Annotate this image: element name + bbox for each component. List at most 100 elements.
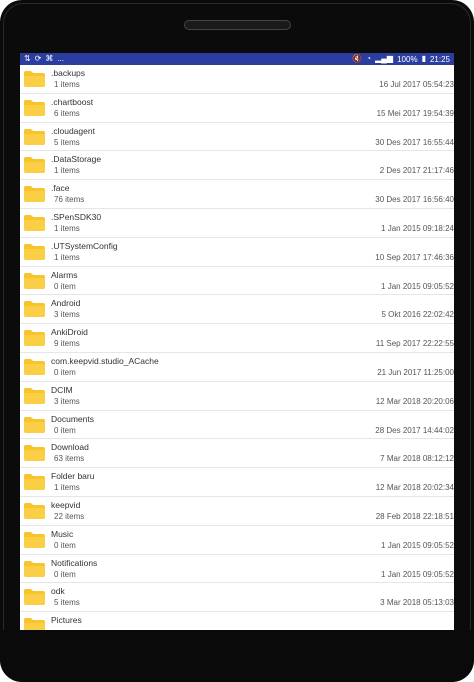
file-modified-date: 21 Jun 2017 11:25:00 — [377, 367, 454, 377]
folder-front — [24, 248, 45, 260]
file-item-count: 1 items — [54, 483, 80, 493]
file-row[interactable]: .DataStorage 1 items 2 Des 2017 21:17:46 — [20, 151, 454, 181]
file-row[interactable]: .SPenSDK30 1 items 1 Jan 2015 09:18:24 — [20, 209, 454, 238]
file-modified-date: 2 Des 2017 21:17:46 — [379, 166, 454, 176]
network-icon: ⇅ — [24, 54, 31, 63]
folder-front — [24, 191, 45, 203]
file-modified-date: 28 Des 2017 14:44:02 — [375, 425, 454, 435]
folder-svg — [24, 416, 45, 433]
file-name: .chartboost — [51, 96, 94, 107]
file-modified-date: 1 Jan 2015 09:05:52 — [381, 540, 454, 550]
folder-svg — [24, 99, 45, 116]
file-name: Notifications — [51, 557, 98, 568]
folder-icon — [23, 99, 46, 117]
folder-svg — [24, 301, 45, 318]
file-name: com.keepvid.studio_ACache — [51, 355, 159, 366]
file-name: .DataStorage — [51, 154, 102, 165]
folder-front — [24, 594, 45, 606]
folder-icon — [23, 185, 46, 203]
folder-front — [24, 306, 45, 318]
folder-front — [24, 450, 45, 462]
file-row[interactable]: .face 76 items 30 Des 2017 16:56:40 — [20, 180, 454, 209]
file-row[interactable]: .cloudagent 5 items 30 Des 2017 16:55:44 — [20, 123, 454, 152]
folder-icon — [23, 300, 46, 318]
file-row[interactable]: DCIM 3 items 12 Mar 2018 20:20:06 — [20, 382, 454, 411]
folder-icon — [23, 272, 46, 290]
file-name: Folder baru — [51, 471, 95, 482]
file-name: .cloudagent — [51, 125, 95, 136]
more-notifications-text: ... — [57, 54, 65, 63]
status-bar: ⇅ ⟳ ⌘ ... 🔇 ◔ ▂▄▆ 100% ▮ 21:25 — [20, 53, 454, 65]
file-name: Android — [51, 298, 81, 309]
folder-svg — [24, 186, 45, 203]
file-row[interactable]: Pictures — [20, 612, 454, 630]
folder-front — [24, 133, 45, 145]
battery-icon: ▮ — [421, 54, 426, 63]
folder-svg — [24, 560, 45, 577]
file-row[interactable]: AnkiDroid 9 items 11 Sep 2017 22:22:55 — [20, 324, 454, 353]
speaker-grille — [184, 20, 291, 30]
signal-icon: ▂▄▆ — [375, 54, 394, 63]
file-name: .UTSystemConfig — [51, 240, 118, 251]
folder-svg — [24, 128, 45, 145]
folder-icon — [23, 473, 46, 491]
folder-svg — [24, 214, 45, 231]
file-item-count: 0 item — [54, 425, 76, 435]
file-row[interactable]: com.keepvid.studio_ACache 0 item 21 Jun … — [20, 353, 454, 382]
file-item-count: 1 items — [54, 80, 80, 89]
folder-front — [24, 623, 45, 630]
folder-front — [24, 162, 45, 174]
file-name: odk — [51, 586, 65, 597]
file-name: Alarms — [51, 269, 78, 280]
file-item-count: 0 item — [54, 281, 76, 291]
file-row[interactable]: Music 0 item 1 Jan 2015 09:05:52 — [20, 526, 454, 555]
file-row[interactable]: .UTSystemConfig 1 items 10 Sep 2017 17:4… — [20, 238, 454, 267]
file-row[interactable]: odk 5 items 3 Mar 2018 05:13:03 — [20, 583, 454, 613]
file-modified-date: 15 Mei 2017 19:54:39 — [376, 108, 454, 118]
clock: 21:25 — [429, 54, 450, 64]
file-row[interactable]: Documents 0 item 28 Des 2017 14:44:02 — [20, 411, 454, 440]
folder-svg — [24, 71, 45, 87]
bottom-bezel — [0, 630, 474, 682]
folder-svg — [24, 272, 45, 289]
file-name: .face — [51, 183, 70, 194]
file-row[interactable]: Android 3 items 5 Okt 2016 22:02:42 — [20, 295, 455, 325]
folder-front — [24, 363, 45, 375]
folder-icon — [23, 531, 46, 549]
file-modified-date: 3 Mar 2018 05:13:03 — [380, 598, 454, 608]
folder-front — [24, 565, 45, 577]
file-item-count: 0 item — [54, 367, 76, 377]
folder-front — [24, 76, 45, 87]
file-row[interactable]: .backups 1 items 16 Jul 2017 05:54:23 — [20, 65, 454, 94]
folder-svg — [24, 445, 45, 462]
file-modified-date: 12 Mar 2018 20:20:06 — [375, 396, 454, 406]
file-modified-date: 5 Okt 2016 22:02:42 — [381, 310, 455, 320]
file-name: Music — [51, 528, 74, 539]
file-item-count: 1 items — [54, 252, 80, 262]
tablet-device: ⇅ ⟳ ⌘ ... 🔇 ◔ ▂▄▆ 100% ▮ 21:25 .backups … — [0, 0, 474, 682]
file-item-count: 22 items — [54, 511, 85, 521]
folder-svg — [24, 502, 45, 519]
folder-front — [24, 219, 45, 231]
file-row[interactable]: Download 63 items 7 Mar 2018 08:12:12 — [20, 439, 454, 469]
folder-icon — [23, 70, 46, 88]
file-name: AnkiDroid — [51, 327, 88, 338]
file-row[interactable]: Alarms 0 item 1 Jan 2015 09:05:52 — [20, 267, 454, 296]
folder-front — [24, 479, 45, 491]
folder-icon — [23, 387, 46, 405]
file-modified-date: 30 Des 2017 16:56:40 — [375, 195, 454, 205]
folder-front — [24, 104, 45, 116]
file-row[interactable]: keepvid 22 items 28 Feb 2018 22:18:51 — [20, 497, 454, 526]
folder-front — [24, 507, 45, 519]
folder-front — [24, 421, 45, 433]
mute-icon: 🔇 — [352, 54, 363, 63]
sync-icon: ⟳ — [34, 54, 42, 63]
folder-svg — [24, 618, 45, 630]
file-row[interactable]: .chartboost 6 items 15 Mei 2017 19:54:39 — [20, 94, 454, 123]
folder-icon — [23, 617, 46, 630]
file-name: Pictures — [51, 615, 82, 626]
file-row[interactable]: Notifications 0 item 1 Jan 2015 09:05:52 — [20, 555, 454, 584]
folder-icon — [23, 444, 46, 462]
folder-icon — [23, 156, 46, 174]
file-row[interactable]: Folder baru 1 items 12 Mar 2018 20:02:34 — [20, 468, 454, 497]
